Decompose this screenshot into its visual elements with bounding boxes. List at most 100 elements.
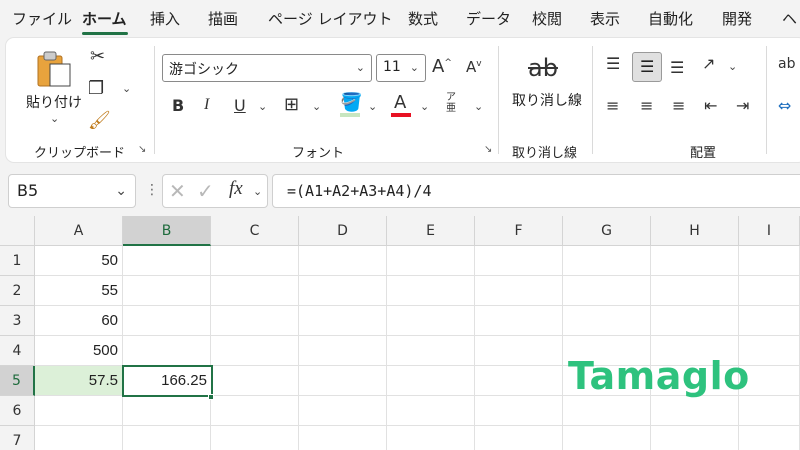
- menu-data[interactable]: データ: [466, 8, 511, 29]
- cell-b3[interactable]: [123, 306, 211, 336]
- font-name-select[interactable]: 游ゴシック ⌄: [162, 54, 372, 82]
- paste-icon[interactable]: [34, 50, 74, 92]
- select-all-corner[interactable]: [0, 216, 35, 246]
- strikethrough-icon[interactable]: ab: [528, 54, 558, 82]
- row-header-4[interactable]: 4: [0, 336, 35, 366]
- cell-g3[interactable]: [563, 306, 651, 336]
- cell-a3[interactable]: 60: [35, 306, 123, 336]
- clipboard-launcher-icon[interactable]: ↘: [138, 144, 146, 155]
- enter-icon[interactable]: ✓: [197, 179, 214, 203]
- font-color-dropdown-icon[interactable]: ⌄: [420, 100, 429, 113]
- decrease-indent-icon[interactable]: ⇤: [704, 96, 717, 115]
- row-header-5[interactable]: 5: [0, 366, 35, 396]
- menu-view[interactable]: 表示: [590, 8, 620, 29]
- cell-d6[interactable]: [299, 396, 387, 426]
- copy-icon[interactable]: ❐: [88, 78, 104, 99]
- cell-e2[interactable]: [387, 276, 475, 306]
- cell-b5-active[interactable]: 166.25: [122, 365, 213, 397]
- fill-color-dropdown-icon[interactable]: ⌄: [368, 100, 377, 113]
- cell-f6[interactable]: [475, 396, 563, 426]
- cell-e6[interactable]: [387, 396, 475, 426]
- cell-g1[interactable]: [563, 246, 651, 276]
- menu-automate[interactable]: 自動化: [648, 8, 693, 29]
- cell-d4[interactable]: [299, 336, 387, 366]
- row-header-3[interactable]: 3: [0, 306, 35, 336]
- cell-h1[interactable]: [651, 246, 739, 276]
- align-bottom-icon[interactable]: ☰: [670, 58, 684, 77]
- name-box[interactable]: B5 ⌄: [8, 174, 136, 208]
- cell-g6[interactable]: [563, 396, 651, 426]
- menu-review[interactable]: 校閲: [532, 8, 562, 29]
- column-header-f[interactable]: F: [475, 216, 563, 246]
- cut-icon[interactable]: ✂: [90, 46, 105, 67]
- menu-home[interactable]: ホーム: [82, 8, 127, 29]
- paste-dropdown-icon[interactable]: ⌄: [50, 112, 59, 125]
- font-launcher-icon[interactable]: ↘: [484, 144, 492, 155]
- cell-i7[interactable]: [739, 426, 800, 450]
- copy-dropdown-icon[interactable]: ⌄: [122, 82, 131, 95]
- cell-a4[interactable]: 500: [35, 336, 123, 366]
- column-header-e[interactable]: E: [387, 216, 475, 246]
- fill-handle[interactable]: [208, 394, 214, 400]
- phonetic-dropdown-icon[interactable]: ⌄: [474, 100, 483, 113]
- column-header-c[interactable]: C: [211, 216, 299, 246]
- increase-font-size-icon[interactable]: A^: [432, 56, 452, 77]
- cell-e1[interactable]: [387, 246, 475, 276]
- underline-icon[interactable]: U: [234, 96, 246, 115]
- cell-i6[interactable]: [739, 396, 800, 426]
- cell-c7[interactable]: [211, 426, 299, 450]
- cell-c3[interactable]: [211, 306, 299, 336]
- paste-button[interactable]: 貼り付け: [26, 92, 82, 112]
- column-header-a[interactable]: A: [35, 216, 123, 246]
- cell-i3[interactable]: [739, 306, 800, 336]
- cell-f5[interactable]: [475, 366, 563, 396]
- menu-page-layout[interactable]: ページ レイアウト: [268, 8, 392, 29]
- menu-file[interactable]: ファイル: [12, 8, 72, 29]
- align-top-icon[interactable]: ☰: [606, 54, 620, 73]
- row-header-1[interactable]: 1: [0, 246, 35, 276]
- cell-f7[interactable]: [475, 426, 563, 450]
- cell-d5[interactable]: [299, 366, 387, 396]
- cell-i1[interactable]: [739, 246, 800, 276]
- cell-a2[interactable]: 55: [35, 276, 123, 306]
- borders-icon[interactable]: ⊞: [284, 94, 299, 115]
- cell-g7[interactable]: [563, 426, 651, 450]
- font-color-icon[interactable]: A: [394, 92, 406, 113]
- orientation-icon[interactable]: ↗: [702, 54, 715, 73]
- cell-f2[interactable]: [475, 276, 563, 306]
- bold-icon[interactable]: B: [172, 96, 184, 115]
- cell-d1[interactable]: [299, 246, 387, 276]
- cell-a7[interactable]: [35, 426, 123, 450]
- column-header-i[interactable]: I: [739, 216, 800, 246]
- align-left-icon[interactable]: ≡: [606, 96, 619, 115]
- align-center-icon[interactable]: ≡: [640, 96, 653, 115]
- cell-f3[interactable]: [475, 306, 563, 336]
- cell-d3[interactable]: [299, 306, 387, 336]
- fill-color-icon[interactable]: 🪣: [340, 92, 362, 113]
- cell-e3[interactable]: [387, 306, 475, 336]
- orientation-dropdown-icon[interactable]: ⌄: [728, 60, 737, 73]
- phonetic-guide-icon[interactable]: ア亜: [446, 92, 456, 114]
- menu-insert[interactable]: 挿入: [150, 8, 180, 29]
- cell-i2[interactable]: [739, 276, 800, 306]
- cell-b6[interactable]: [123, 396, 211, 426]
- wrap-text-icon[interactable]: ab: [778, 56, 795, 72]
- menu-draw[interactable]: 描画: [208, 8, 238, 29]
- cell-h3[interactable]: [651, 306, 739, 336]
- cell-b1[interactable]: [123, 246, 211, 276]
- column-header-d[interactable]: D: [299, 216, 387, 246]
- cell-e7[interactable]: [387, 426, 475, 450]
- strikethrough-button[interactable]: 取り消し線: [512, 90, 582, 110]
- italic-icon[interactable]: I: [204, 96, 209, 114]
- row-header-7[interactable]: 7: [0, 426, 35, 450]
- menu-help[interactable]: ヘ: [782, 8, 797, 29]
- cell-a5[interactable]: 57.5: [35, 366, 123, 396]
- align-middle-button[interactable]: ☰: [632, 52, 662, 82]
- cell-b2[interactable]: [123, 276, 211, 306]
- cell-h6[interactable]: [651, 396, 739, 426]
- menu-formulas[interactable]: 数式: [408, 8, 438, 29]
- more-options-icon[interactable]: ⋮: [145, 182, 159, 198]
- borders-dropdown-icon[interactable]: ⌄: [312, 100, 321, 113]
- formula-input[interactable]: =(A1+A2+A3+A4)/4: [272, 174, 800, 208]
- cell-c1[interactable]: [211, 246, 299, 276]
